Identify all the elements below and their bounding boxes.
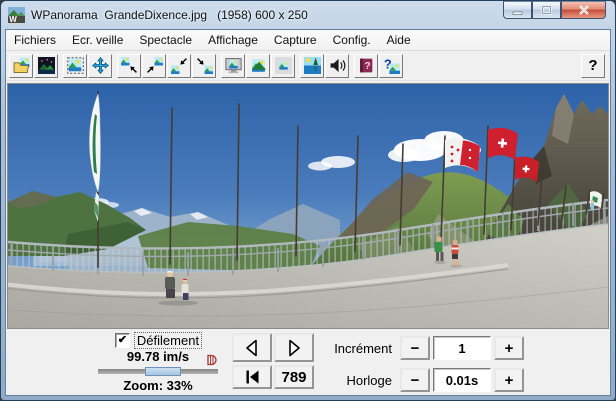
- app-icon: W: [8, 6, 25, 23]
- scroll-up-left-icon: [120, 57, 137, 73]
- window-buttons: [503, 1, 606, 19]
- night-mode-button[interactable]: [34, 53, 58, 78]
- previous-icon: [246, 339, 257, 356]
- fullscreen-icon: [224, 58, 242, 74]
- defilement-checkbox[interactable]: ✔: [114, 333, 130, 348]
- menu-config[interactable]: Config.: [325, 31, 379, 49]
- zoom-value: Zoom: 33%: [123, 378, 193, 393]
- panorama-viewport[interactable]: [2, 83, 609, 329]
- increment-row: Incrément − 1 +: [328, 336, 524, 360]
- close-button[interactable]: [561, 1, 606, 19]
- wpanorama-window: W WPanorama GrandeDixence.jpg (1958) 600…: [0, 0, 616, 401]
- thumbnail-bar-icon: [274, 57, 292, 74]
- image-frame-button[interactable]: [63, 53, 87, 78]
- open-image-icon: [13, 57, 29, 73]
- previous-frame-button[interactable]: [232, 333, 272, 362]
- maximize-button[interactable]: [532, 1, 561, 19]
- clock-minus-button[interactable]: −: [400, 368, 430, 392]
- first-frame-button[interactable]: [232, 365, 272, 389]
- clock-field[interactable]: 0.01s: [433, 368, 491, 392]
- next-icon: [289, 339, 300, 356]
- help-button[interactable]: ?: [581, 53, 605, 78]
- navigation-group: 789: [232, 333, 314, 389]
- increment-plus-button[interactable]: +: [494, 336, 524, 360]
- fit-window-button[interactable]: [246, 53, 270, 78]
- svg-text:?: ?: [364, 61, 370, 72]
- spinner-group: Incrément − 1 + Horloge − 0.01s +: [328, 336, 524, 400]
- thumbnail-bar-button[interactable]: [271, 53, 295, 78]
- scroll-up-left-button[interactable]: [117, 53, 141, 78]
- panorama-image: [2, 84, 609, 328]
- menu-fichiers[interactable]: Fichiers: [6, 31, 64, 49]
- minimize-button[interactable]: [503, 1, 532, 19]
- sound-button[interactable]: [325, 53, 349, 78]
- svg-text:?: ?: [383, 57, 391, 72]
- svg-text:W: W: [9, 15, 17, 23]
- slideshow-icon: [303, 57, 321, 74]
- fullscreen-button[interactable]: [221, 53, 245, 78]
- context-help-icon: ?: [383, 57, 400, 74]
- scroll-down-right-icon: [196, 58, 213, 74]
- help-book-button[interactable]: ?: [354, 53, 378, 78]
- menu-spectacle[interactable]: Spectacle: [131, 31, 200, 49]
- title-bar[interactable]: W WPanorama GrandeDixence.jpg (1958) 600…: [1, 1, 615, 28]
- help-label: ?: [588, 57, 598, 74]
- frame-counter[interactable]: 789: [274, 365, 314, 389]
- truespeed-indicator-icon: [207, 354, 217, 366]
- increment-minus-button[interactable]: −: [400, 336, 430, 360]
- increment-field[interactable]: 1: [433, 336, 491, 360]
- sound-icon: [330, 58, 345, 73]
- menu-bar: Fichiers Ecr. veille Spectacle Affichage…: [6, 30, 610, 51]
- close-icon: [578, 5, 589, 15]
- defilement-label: Défilement: [133, 332, 203, 349]
- night-mode-icon: [37, 57, 55, 74]
- scroll-up-right-button[interactable]: [142, 53, 166, 78]
- window-title: WPanorama GrandeDixence.jpg (1958) 600 x…: [31, 7, 308, 22]
- context-help-button[interactable]: ?: [379, 53, 403, 78]
- clock-plus-button[interactable]: +: [494, 368, 524, 392]
- clock-row: Horloge − 0.01s +: [328, 368, 524, 392]
- help-book-icon: ?: [359, 58, 372, 73]
- scroll-group: ✔ Défilement 99.78 im/s Zoom: 33%: [94, 332, 222, 393]
- scroll-down-left-button[interactable]: [167, 53, 191, 78]
- clock-label: Horloge: [346, 372, 392, 388]
- minimize-icon: [512, 11, 523, 15]
- menu-aide[interactable]: Aide: [379, 31, 419, 49]
- menu-capture[interactable]: Capture: [266, 31, 325, 49]
- speed-slider[interactable]: [98, 367, 218, 376]
- speed-slider-thumb[interactable]: [145, 367, 181, 376]
- increment-label: Incrément: [334, 340, 392, 356]
- client-area: Fichiers Ecr. veille Spectacle Affichage…: [2, 29, 611, 399]
- menu-ecr-veille[interactable]: Ecr. veille: [64, 31, 131, 49]
- open-image-button[interactable]: [9, 53, 33, 78]
- fit-window-icon: [251, 59, 266, 72]
- menu-affichage[interactable]: Affichage: [200, 31, 266, 49]
- maximize-icon: [541, 5, 552, 15]
- next-frame-button[interactable]: [274, 333, 314, 362]
- control-panel: ✔ Défilement 99.78 im/s Zoom: 33% 789 In…: [6, 330, 610, 399]
- slideshow-button[interactable]: [300, 53, 324, 78]
- skip-to-start-icon: [246, 370, 259, 384]
- image-frame-icon: [66, 57, 84, 74]
- speed-value: 99.78 im/s: [126, 349, 190, 364]
- scroll-up-right-icon: [146, 57, 163, 73]
- scroll-down-left-icon: [170, 58, 187, 74]
- toolbar: ? ? ?: [6, 51, 610, 81]
- scroll-down-right-button[interactable]: [192, 53, 216, 78]
- pan-arrows-icon: [91, 57, 109, 74]
- pan-arrows-button[interactable]: [88, 53, 112, 78]
